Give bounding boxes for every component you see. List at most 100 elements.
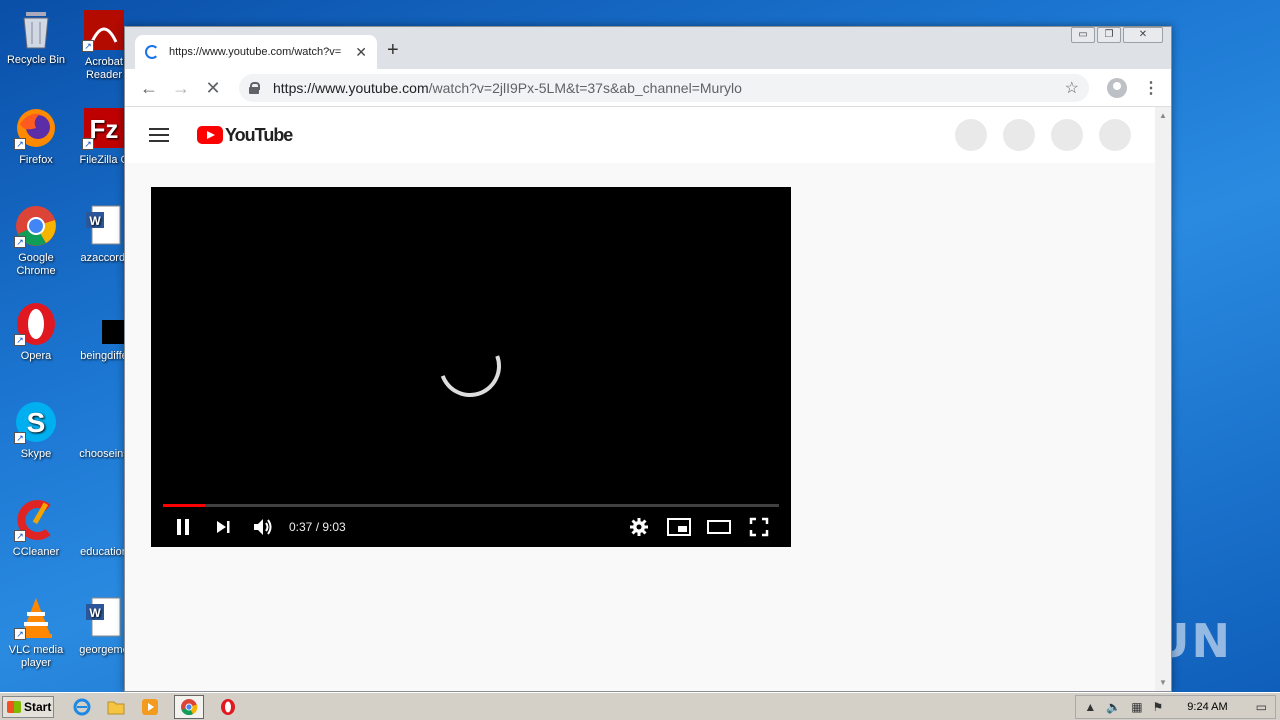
placeholder-circle [955, 119, 987, 151]
svg-text:W: W [89, 606, 101, 620]
restore-button[interactable]: ❐ [1097, 27, 1121, 43]
desktop-icon-skype[interactable]: S ↗ Skype [0, 400, 72, 461]
svg-text:S: S [27, 407, 46, 438]
black-file-icon [82, 302, 126, 346]
placeholder-circle [1099, 119, 1131, 151]
filezilla-icon: Fz ↗ [82, 106, 126, 150]
desktop-icon-ccleaner[interactable]: ↗ CCleaner [0, 498, 72, 559]
pause-button[interactable] [163, 513, 203, 541]
show-desktop-icon[interactable]: ▭ [1256, 700, 1267, 714]
window-controls: ▭ ❐ ✕ [1071, 27, 1163, 43]
browser-toolbar: ← → ✕ https://www.youtube.com/watch?v=2j… [125, 69, 1171, 107]
quick-launch [72, 694, 238, 719]
fullscreen-button[interactable] [739, 513, 779, 541]
address-bar[interactable]: https://www.youtube.com/watch?v=2jlI9Px-… [239, 73, 1089, 102]
profile-avatar-icon[interactable] [1107, 77, 1127, 98]
youtube-header: YouTube [125, 107, 1155, 163]
vertical-scrollbar[interactable]: ▲ ▼ [1155, 107, 1171, 691]
loading-spinner-icon [145, 45, 159, 59]
tab-strip: https://www.youtube.com/watch?v= ✕ + ▭ ❐… [125, 27, 1171, 69]
player-controls-right [619, 513, 779, 541]
desktop-icon-label: Firefox [19, 154, 53, 166]
progress-played [163, 504, 205, 507]
blank-file-icon [82, 498, 126, 542]
video-player[interactable]: 0:37 / 9:03 [151, 187, 791, 547]
show-hidden-icons-icon[interactable]: ▲ [1084, 700, 1096, 714]
kebab-menu-icon[interactable]: ⋮ [1143, 78, 1159, 98]
bookmark-star-icon[interactable]: ☆ [1065, 78, 1079, 98]
lock-icon[interactable] [249, 81, 260, 94]
youtube-play-logo-icon [197, 126, 223, 144]
word-document-icon: W [82, 204, 126, 248]
internet-explorer-icon [73, 698, 91, 715]
miniplayer-icon [667, 518, 691, 536]
player-controls: 0:37 / 9:03 [163, 513, 779, 541]
placeholder-circle [1003, 119, 1035, 151]
desktop-icon-chrome[interactable]: ↗ Google Chrome [0, 204, 72, 278]
close-window-button[interactable]: ✕ [1123, 27, 1163, 43]
minimize-button[interactable]: ▭ [1071, 27, 1095, 43]
desktop-icon-firefox[interactable]: ↗ Firefox [0, 106, 72, 167]
miniplayer-button[interactable] [659, 513, 699, 541]
opera-icon: ↗ [14, 302, 58, 346]
opera-icon [221, 698, 235, 715]
url-host: https://www.youtube.com [273, 79, 429, 96]
page-viewport: YouTube 0:37 / 9:03 [125, 107, 1155, 691]
theater-mode-icon [707, 520, 731, 534]
desktop-icon-label: VLC media player [8, 644, 64, 669]
tab-youtube[interactable]: https://www.youtube.com/watch?v= ✕ [135, 35, 377, 69]
fullscreen-icon [749, 517, 769, 537]
taskbar-opera-button[interactable] [218, 697, 238, 717]
scroll-up-arrow-icon[interactable]: ▲ [1159, 111, 1167, 120]
system-tray: ▲ 🔈 ▦ ⚑ 9:24 AM ▭ [1075, 694, 1276, 719]
new-tab-button[interactable]: + [387, 39, 399, 62]
desktop-icon-vlc[interactable]: ↗ VLC media player [0, 596, 72, 670]
back-button[interactable]: ← [137, 76, 161, 100]
desktop-icon-opera[interactable]: ↗ Opera [0, 302, 72, 363]
desktop-icon-label: Recycle Bin [6, 54, 66, 66]
vlc-cone-icon: ↗ [14, 596, 58, 640]
desktop-icon-label: Google Chrome [16, 252, 56, 277]
chrome-icon: ↗ [14, 204, 58, 248]
chrome-icon [181, 698, 198, 715]
time-display: 0:37 / 9:03 [289, 520, 346, 534]
svg-text:W: W [89, 214, 101, 228]
chrome-window: https://www.youtube.com/watch?v= ✕ + ▭ ❐… [124, 26, 1172, 692]
clock[interactable]: 9:24 AM [1187, 701, 1227, 713]
close-tab-icon[interactable]: ✕ [355, 44, 367, 61]
taskbar: Start ▲ 🔈 ▦ ⚑ 9:24 AM ▭ [0, 692, 1280, 720]
progress-bar[interactable] [163, 504, 779, 507]
theater-mode-button[interactable] [699, 513, 739, 541]
start-button[interactable]: Start [2, 695, 54, 718]
desktop-icon-label: Skype [20, 448, 52, 460]
desktop-icon-label: CCleaner [12, 546, 60, 558]
taskbar-media-player-button[interactable] [140, 697, 160, 717]
desktop-icon-label: Opera [20, 350, 52, 362]
recycle-bin-icon [14, 6, 58, 50]
action-center-flag-icon[interactable]: ⚑ [1153, 700, 1164, 714]
speaker-icon[interactable]: 🔈 [1106, 700, 1121, 714]
desktop-icon-recycle-bin[interactable]: Recycle Bin [0, 6, 72, 67]
volume-button[interactable] [243, 513, 283, 541]
next-button[interactable] [203, 513, 243, 541]
volume-icon [254, 519, 272, 535]
ccleaner-icon: ↗ [14, 498, 58, 542]
taskbar-chrome-button[interactable] [174, 694, 204, 719]
youtube-logo-text: YouTube [225, 124, 293, 145]
start-label: Start [24, 699, 52, 714]
stop-loading-button[interactable]: ✕ [201, 76, 225, 100]
taskbar-explorer-button[interactable] [106, 697, 126, 717]
forward-button[interactable]: → [169, 76, 193, 100]
scroll-down-arrow-icon[interactable]: ▼ [1159, 678, 1167, 687]
gear-icon [630, 518, 648, 536]
settings-button[interactable] [619, 513, 659, 541]
taskbar-ie-button[interactable] [72, 697, 92, 717]
tab-title: https://www.youtube.com/watch?v= [169, 46, 342, 58]
hamburger-menu-icon[interactable] [149, 128, 169, 142]
firefox-icon: ↗ [14, 106, 58, 150]
url-path: /watch?v=2jlI9Px-5LM&t=37s&ab_channel=Mu… [428, 79, 742, 96]
header-action-placeholders [955, 119, 1131, 151]
youtube-logo[interactable]: YouTube [197, 124, 293, 146]
network-icon[interactable]: ▦ [1131, 700, 1142, 714]
skype-icon: S ↗ [14, 400, 58, 444]
